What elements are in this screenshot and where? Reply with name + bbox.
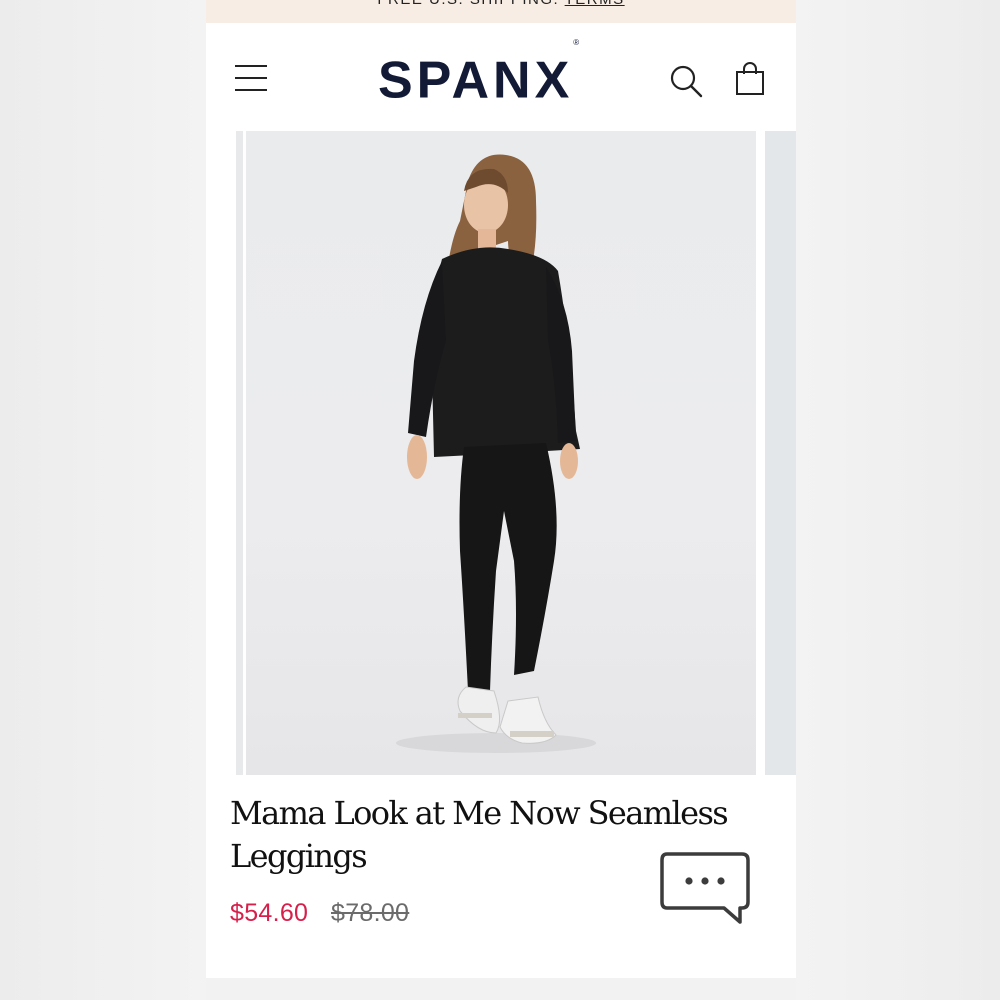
product-image-carousel[interactable] xyxy=(206,131,796,775)
logo-text: SPANX xyxy=(378,51,574,110)
shopping-bag-icon[interactable] xyxy=(734,61,766,97)
promo-text: FREE U.S. SHIPPING. xyxy=(377,0,564,8)
sale-price: $54.60 xyxy=(230,899,309,927)
registered-mark: ® xyxy=(573,38,580,47)
model-illustration xyxy=(396,154,596,753)
next-image-peek[interactable] xyxy=(765,131,796,775)
spanx-logo[interactable]: SPANX ® xyxy=(378,38,622,110)
chat-bubble-icon[interactable] xyxy=(660,850,752,926)
page-continuation xyxy=(206,978,796,1000)
mobile-page: FREE U.S. SHIPPING. TERMS SPANX ® xyxy=(206,0,796,1000)
menu-icon[interactable] xyxy=(235,65,267,91)
search-icon[interactable] xyxy=(668,63,704,99)
site-header: SPANX ® xyxy=(206,23,796,132)
original-price: $78.00 xyxy=(331,899,410,927)
terms-link[interactable]: TERMS xyxy=(565,0,625,8)
promo-bar: FREE U.S. SHIPPING. TERMS xyxy=(206,0,796,23)
previous-image-peek[interactable] xyxy=(236,131,243,775)
product-photo[interactable] xyxy=(246,131,756,775)
product-title: Mama Look at Me Now Seamless Leggings xyxy=(230,794,729,875)
